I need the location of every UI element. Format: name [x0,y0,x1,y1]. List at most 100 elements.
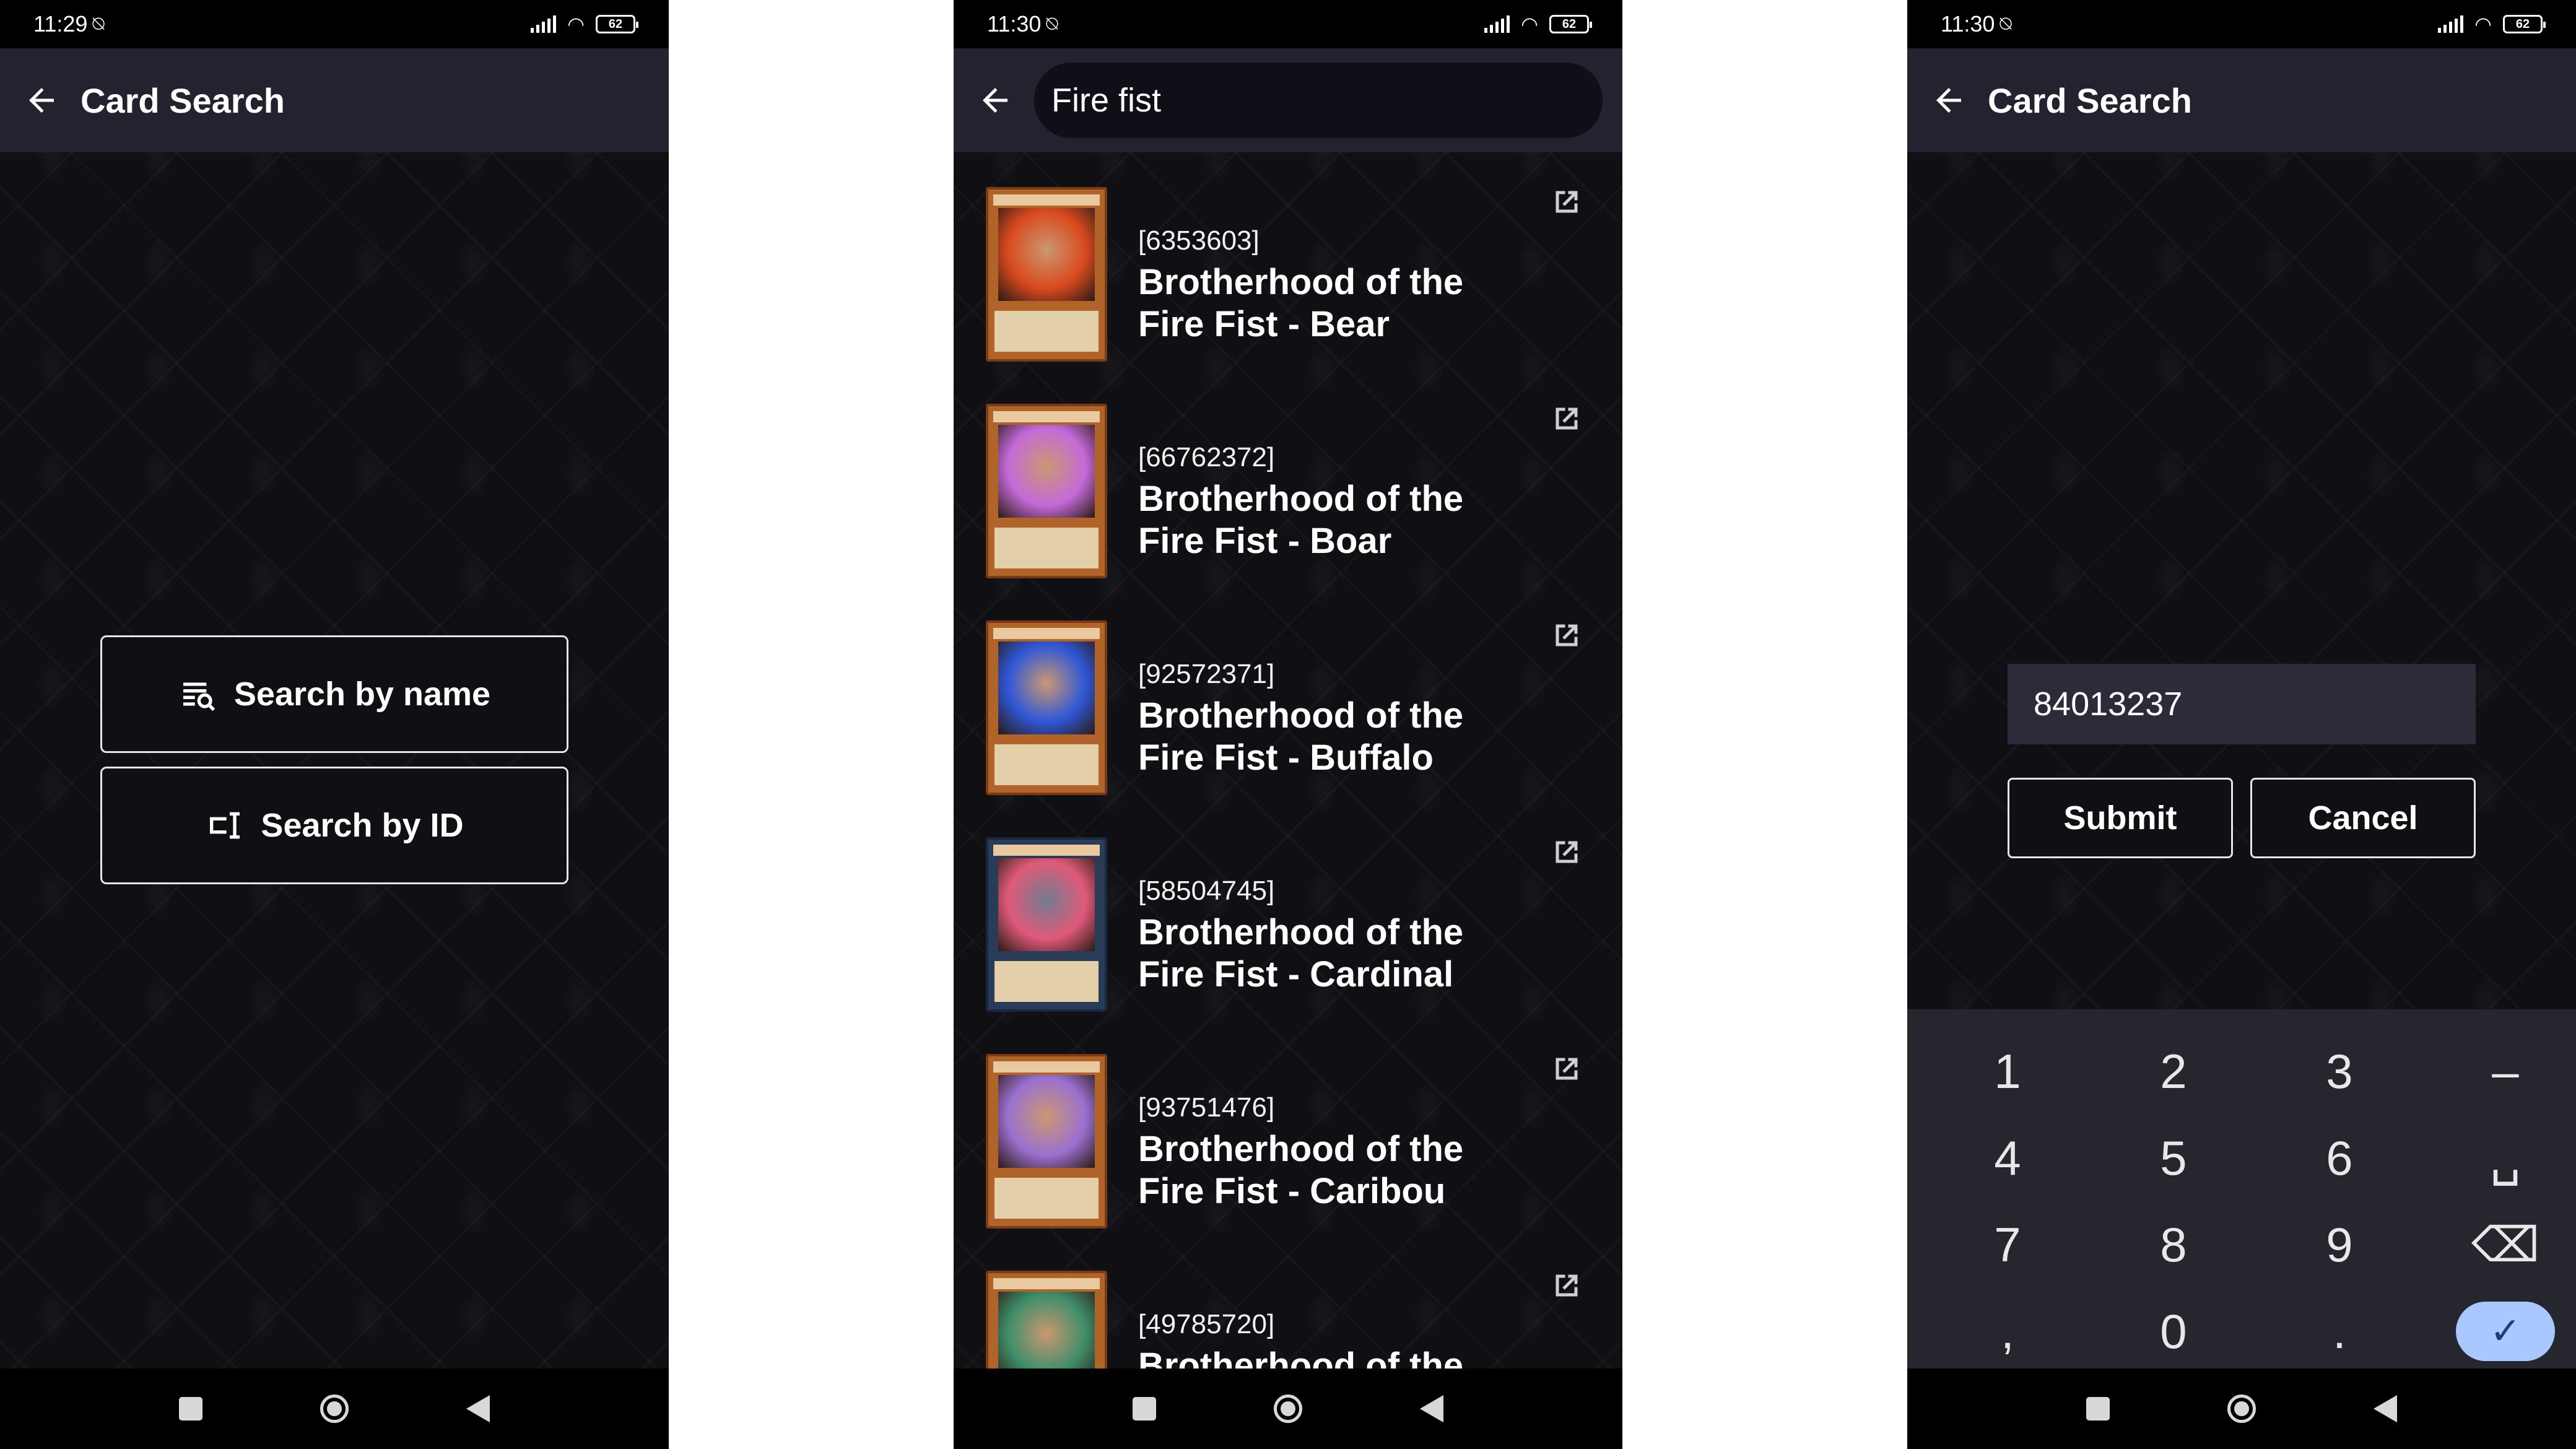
card-thumbnail [986,837,1107,1012]
open-external-icon[interactable] [1548,400,1585,437]
back-arrow-icon[interactable] [967,72,1023,128]
wifi-icon: ◠ [567,13,585,35]
card-name: Brotherhood of the Fire Fist - Buffalo [1138,695,1464,778]
back-triangle-icon[interactable] [1420,1395,1443,1422]
confirm-check-icon[interactable]: ✓ [2456,1302,2555,1361]
backspace-icon[interactable]: ⌫ [2443,1208,2567,1282]
key-5[interactable]: 5 [2112,1121,2235,1195]
key-period[interactable]: . [2278,1294,2401,1368]
card-id: [66762372] [1138,442,1275,472]
card-thumbnail [986,1271,1107,1368]
card-name: Brotherhood of the Fire Fist - Caribou [1138,1129,1464,1211]
list-item[interactable]: [58504745] Brotherhood of the Fire Fist -… [954,803,1622,1019]
app-bar: Card Search [0,48,669,152]
key-9[interactable]: 9 [2278,1208,2401,1282]
key-space-icon[interactable]: ␣ [2443,1121,2567,1195]
card-id: [49785720] [1138,1309,1275,1339]
status-bar: 11:30 ⍉ ◠ 62 [1907,0,2576,48]
battery-icon: 62 [1549,15,1592,33]
list-item[interactable]: [6353603] Brotherhood of the Fire Fist - … [954,152,1622,369]
recents-icon[interactable] [2086,1397,2110,1421]
status-time: 11:29 [33,11,88,37]
cancel-button[interactable]: Cancel [2250,778,2476,858]
wifi-icon: ◠ [2474,13,2492,35]
list-item[interactable]: [66762372] Brotherhood of the Fire Fist -… [954,369,1622,586]
system-nav-bar [0,1368,669,1449]
key-6[interactable]: 6 [2278,1121,2401,1195]
key-3[interactable]: 3 [2278,1034,2401,1108]
system-nav-bar [954,1368,1622,1449]
id-field-icon [210,812,240,839]
back-triangle-icon[interactable] [466,1395,490,1422]
list-item[interactable]: [92572371] Brotherhood of the Fire Fist -… [954,586,1622,803]
key-comma[interactable]: , [1946,1294,2069,1368]
status-bar: 11:30 ⍉ ◠ 62 [954,0,1622,48]
status-bar: 11:29 ⍉ ◠ 62 [0,0,669,48]
back-triangle-icon[interactable] [2374,1395,2397,1422]
card-name: Brotherhood of the Fire Fist - Cardinal [1138,912,1464,994]
screen-search-results: 11:30 ⍉ ◠ 62 Fire fist [6353603] Brother… [954,0,1622,1449]
key-4[interactable]: 4 [1946,1121,2069,1195]
battery-icon: 62 [2503,15,2546,33]
screen-card-search-home: 11:29 ⍉ ◠ 62 Card Search Search by name … [0,0,669,1449]
battery-icon: 62 [596,15,638,33]
signal-icon [531,15,557,33]
mute-icon: ⍉ [1999,12,2012,35]
system-nav-bar [1907,1368,2576,1449]
open-external-icon[interactable] [1548,617,1585,654]
page-title: Card Search [1988,80,2192,120]
key-2[interactable]: 2 [2112,1034,2235,1108]
key-8[interactable]: 8 [2112,1208,2235,1282]
home-icon[interactable] [1274,1395,1302,1423]
open-external-icon[interactable] [1548,1050,1585,1087]
home-icon[interactable] [2227,1395,2256,1423]
recents-icon[interactable] [1133,1397,1156,1421]
card-thumbnail [986,404,1107,578]
numeric-keypad: 1 2 3 – 4 5 6 ␣ 7 8 9 ⌫ , 0 . ✓ [1907,1009,2576,1368]
app-bar: Fire fist [954,48,1622,152]
card-id: [6353603] [1138,225,1260,256]
mute-icon: ⍉ [92,12,105,35]
card-id-input[interactable]: 84013237 [2008,664,2476,744]
open-external-icon[interactable] [1548,833,1585,871]
search-by-id-button[interactable]: Search by ID [100,767,568,884]
search-by-name-button[interactable]: Search by name [100,635,568,753]
page-title: Card Search [80,80,285,120]
card-name: Brotherhood of the Fire Fist - Boar [1138,479,1464,561]
key-minus[interactable]: – [2443,1034,2567,1108]
card-art [998,642,1095,734]
card-thumbnail [986,1054,1107,1229]
card-art [998,858,1095,951]
card-art [998,208,1095,301]
back-arrow-icon[interactable] [1921,72,1977,128]
card-art [998,1075,1095,1168]
list-item[interactable]: [93751476] Brotherhood of the Fire Fist -… [954,1019,1622,1236]
card-art [998,1292,1095,1368]
recents-icon[interactable] [179,1397,202,1421]
back-arrow-icon[interactable] [14,72,69,128]
search-input[interactable]: Fire fist [1034,63,1603,138]
signal-icon [2438,15,2464,33]
status-time: 11:30 [1941,11,1995,37]
screen-search-by-id-dialog: 11:30 ⍉ ◠ 62 Card Search 84013237 Submit… [1907,0,2576,1449]
status-time: 11:30 [987,11,1042,37]
home-icon[interactable] [320,1395,349,1423]
card-art [998,425,1095,518]
open-external-icon[interactable] [1548,1267,1585,1304]
card-id: [93751476] [1138,1092,1275,1123]
key-1[interactable]: 1 [1946,1034,2069,1108]
key-0[interactable]: 0 [2112,1294,2235,1368]
card-id: [92572371] [1138,659,1275,689]
search-by-id-label: Search by ID [261,807,464,844]
signal-icon [1484,15,1510,33]
key-7[interactable]: 7 [1946,1208,2069,1282]
card-thumbnail [986,620,1107,795]
card-id: [58504745] [1138,876,1275,906]
card-name: Brotherhood of the Fire Fist - Bear [1138,262,1464,344]
app-bar: Card Search [1907,48,2576,152]
wifi-icon: ◠ [1521,13,1538,35]
card-thumbnail [986,187,1107,362]
open-external-icon[interactable] [1548,183,1585,220]
submit-button[interactable]: Submit [2008,778,2233,858]
list-item[interactable]: [49785720] Brotherhood of the [954,1236,1622,1368]
